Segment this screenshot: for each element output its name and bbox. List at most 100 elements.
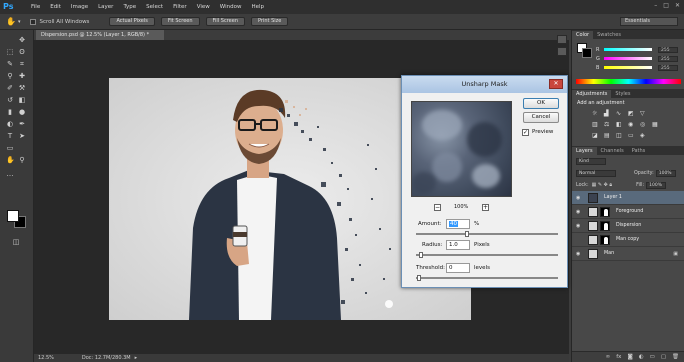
layer-kind-select[interactable]: Kind: [576, 157, 606, 165]
pen-tool-icon[interactable]: ✒: [18, 120, 26, 128]
history-brush-tool-icon[interactable]: ↺: [6, 96, 14, 104]
black-white-icon[interactable]: ◧: [616, 121, 628, 128]
color-spectrum[interactable]: [576, 79, 681, 84]
threshold-slider[interactable]: [416, 275, 558, 281]
clone-stamp-tool-icon[interactable]: ⚒: [18, 84, 26, 92]
zoom-out-button[interactable]: −: [434, 204, 441, 211]
fit-screen-button[interactable]: Fit Screen: [160, 17, 200, 26]
amount-slider[interactable]: [416, 231, 558, 237]
posterize-icon[interactable]: ▤: [604, 132, 616, 139]
tab-paths[interactable]: Paths: [628, 147, 650, 155]
opacity-input[interactable]: 100%: [655, 169, 676, 177]
type-tool-icon[interactable]: T: [6, 132, 14, 140]
zoom-in-button[interactable]: +: [482, 204, 489, 211]
tab-swatches[interactable]: Swatches: [593, 31, 625, 39]
print-size-button[interactable]: Print Size: [251, 17, 289, 26]
minimize-icon[interactable]: –: [654, 2, 657, 9]
dodge-tool-icon[interactable]: ◐: [6, 120, 14, 128]
menu-layer[interactable]: Layer: [98, 4, 113, 10]
gradient-map-icon[interactable]: ▭: [628, 132, 640, 139]
eye-icon[interactable]: ◉: [576, 223, 584, 229]
eye-icon[interactable]: ◉: [576, 209, 584, 215]
curves-icon[interactable]: ∿: [616, 110, 628, 117]
layer-row-layer-1[interactable]: ◉ Layer 1: [572, 191, 684, 205]
lock-icons[interactable]: ▦ ✎ ✥ 🔒︎: [592, 182, 613, 188]
fill-screen-button[interactable]: Fill Screen: [205, 17, 245, 26]
color-balance-icon[interactable]: ⚖: [604, 121, 616, 128]
radius-slider-knob[interactable]: [419, 252, 423, 258]
brightness-contrast-icon[interactable]: ☼: [592, 110, 604, 117]
channel-mixer-icon[interactable]: ◎: [640, 121, 652, 128]
ok-button[interactable]: OK: [523, 98, 559, 109]
eyedropper-tool-icon[interactable]: ⚲: [6, 72, 14, 80]
menu-help[interactable]: Help: [251, 4, 264, 10]
threshold-input[interactable]: 0: [446, 263, 470, 273]
layer-mask-thumbnail[interactable]: [600, 206, 610, 217]
eraser-tool-icon[interactable]: ◧: [18, 96, 26, 104]
menu-edit[interactable]: Edit: [50, 4, 61, 10]
crop-tool-icon[interactable]: ⌗: [18, 60, 26, 68]
menu-view[interactable]: View: [197, 4, 210, 10]
color-slider-b[interactable]: B 255: [572, 63, 684, 72]
tool-preset-dropdown-icon[interactable]: ▾: [18, 19, 21, 25]
marquee-tool-icon[interactable]: ⬚: [6, 48, 14, 56]
menu-file[interactable]: File: [31, 4, 40, 10]
layer-row-man[interactable]: ◉ Man ▣: [572, 247, 684, 261]
menu-type[interactable]: Type: [123, 4, 136, 10]
path-selection-tool-icon[interactable]: ➤: [18, 132, 26, 140]
layer-mask-thumbnail[interactable]: [600, 234, 610, 245]
trash-icon[interactable]: 🗑︎: [672, 354, 679, 360]
brush-tool-icon[interactable]: ✐: [6, 84, 14, 92]
tab-color[interactable]: Color: [572, 31, 594, 39]
exposure-icon[interactable]: ◩: [628, 110, 640, 117]
amount-slider-knob[interactable]: [465, 231, 469, 237]
invert-icon[interactable]: ◪: [592, 132, 604, 139]
link-layers-icon[interactable]: ∞: [606, 354, 611, 360]
tab-layers[interactable]: Layers: [572, 147, 597, 155]
layer-row-dispersion[interactable]: ◉ Dispersion: [572, 219, 684, 233]
menu-window[interactable]: Window: [220, 4, 242, 10]
status-menu-icon[interactable]: ▸: [135, 355, 138, 361]
threshold-slider-knob[interactable]: [417, 275, 421, 281]
gradient-tool-icon[interactable]: ▮: [6, 108, 14, 116]
workspace-select[interactable]: Essentials: [620, 17, 678, 26]
layer-mask-thumbnail[interactable]: [600, 220, 610, 231]
eye-icon[interactable]: ◉: [576, 195, 584, 201]
vibrance-icon[interactable]: ▽: [640, 110, 652, 117]
photo-filter-icon[interactable]: ◉: [628, 121, 640, 128]
color-slider-r[interactable]: R 255: [572, 45, 684, 54]
move-tool-icon[interactable]: ✥: [18, 36, 26, 44]
fill-input[interactable]: 100%: [646, 181, 667, 189]
dialog-titlebar[interactable]: Unsharp Mask ✕: [402, 76, 567, 93]
dialog-close-button[interactable]: ✕: [549, 79, 563, 89]
scroll-all-windows-checkbox[interactable]: [30, 18, 37, 25]
quick-select-tool-icon[interactable]: ✎: [6, 60, 14, 68]
blend-mode-select[interactable]: Normal: [576, 169, 616, 177]
menu-select[interactable]: Select: [146, 4, 163, 10]
preview-checkbox[interactable]: ✓: [522, 129, 529, 136]
document-tab[interactable]: Dispersion.psd @ 12.5% (Layer 1, RGB/8) …: [36, 30, 164, 40]
blur-tool-icon[interactable]: ●: [18, 108, 26, 116]
layer-row-foreground[interactable]: ◉ Foreground: [572, 205, 684, 219]
more-tools-icon[interactable]: …: [6, 170, 14, 178]
foreground-color-swatch[interactable]: [7, 210, 19, 222]
new-layer-icon[interactable]: ▢: [661, 354, 666, 360]
fx-icon[interactable]: fx: [616, 354, 621, 360]
menu-filter[interactable]: Filter: [173, 4, 187, 10]
layer-row-man-copy[interactable]: Man copy: [572, 233, 684, 247]
levels-icon[interactable]: ▟: [604, 110, 616, 117]
amount-input[interactable]: 40: [446, 219, 470, 229]
quick-mask-icon[interactable]: ◫: [12, 238, 20, 246]
hue-saturation-icon[interactable]: ▥: [592, 121, 604, 128]
selective-color-icon[interactable]: ◈: [640, 132, 652, 139]
group-icon[interactable]: ▭: [650, 354, 655, 360]
color-slider-g[interactable]: G 255: [572, 54, 684, 63]
tab-adjustments[interactable]: Adjustments: [572, 90, 612, 98]
tab-channels[interactable]: Channels: [597, 147, 628, 155]
lasso-tool-icon[interactable]: ʘ: [18, 48, 26, 56]
menu-image[interactable]: Image: [71, 4, 88, 10]
rectangle-tool-icon[interactable]: ▭: [6, 144, 14, 152]
filter-preview[interactable]: [411, 101, 512, 197]
hand-tool-icon-box[interactable]: ✋: [6, 156, 15, 164]
radius-slider[interactable]: [416, 252, 558, 258]
